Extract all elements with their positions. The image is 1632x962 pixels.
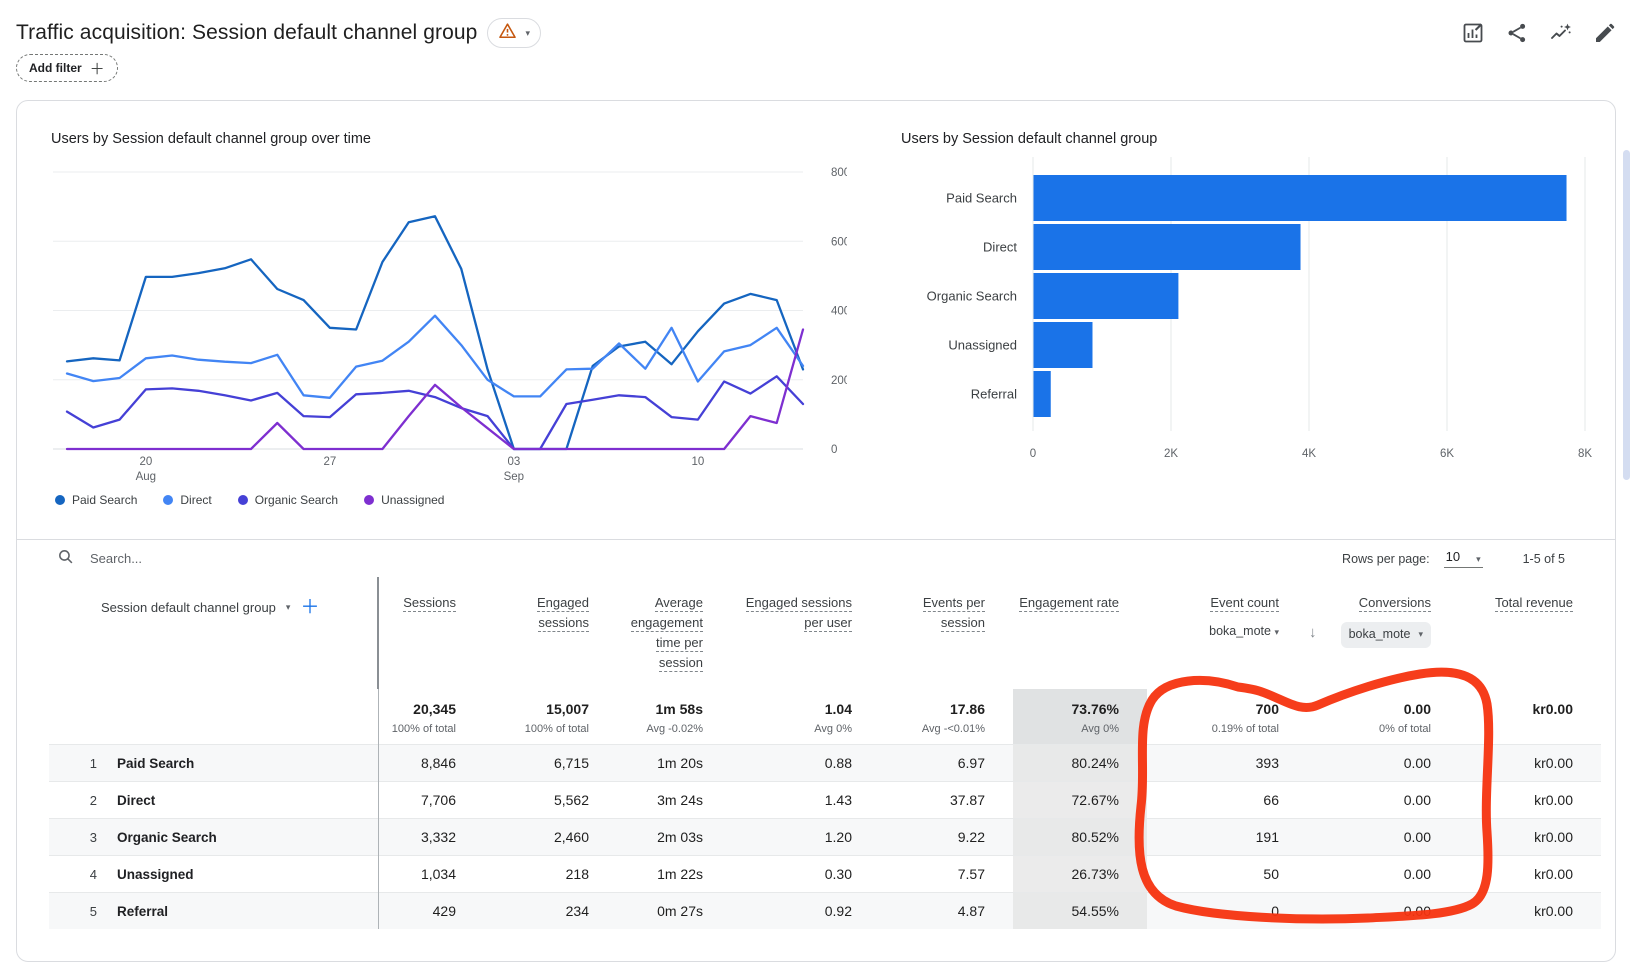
add-dimension-icon[interactable]: ＋	[300, 593, 319, 622]
bar-direct[interactable]	[1033, 224, 1301, 270]
line-chart-title: Users by Session default channel group o…	[51, 131, 371, 147]
table-row[interactable]: 3 Organic Search 3,332 2,460 2m 03s 1.20 9.…	[49, 818, 1601, 855]
totals-row: 20,345 100% of total 15,007 100% of total …	[49, 689, 1601, 744]
bar-chart[interactable]: 0 2K 4K 6K 8K Paid Search Direct Organic Search…	[901, 143, 1601, 475]
legend-item-direct: Direct	[163, 493, 212, 507]
warning-icon	[498, 21, 517, 45]
bar-organic-search[interactable]	[1033, 273, 1179, 319]
sort-descending-icon: ↓	[1309, 624, 1317, 641]
column-header-total-revenue[interactable]: Total revenue	[1459, 577, 1601, 689]
column-header-event-count[interactable]: Event count boka_mote ▾	[1147, 577, 1307, 689]
search-icon	[57, 548, 74, 570]
page-title: Traffic acquisition: Session default cha…	[16, 21, 478, 44]
share-icon[interactable]	[1504, 20, 1530, 46]
plus-icon: ＋	[89, 60, 105, 78]
svg-text:400: 400	[831, 306, 847, 318]
chevron-down-icon: ▾	[1418, 629, 1423, 640]
svg-text:2K: 2K	[1164, 448, 1178, 460]
table-header-row: Session default channel group ▾ ＋ Sessio…	[49, 577, 1601, 689]
svg-text:Direct: Direct	[983, 240, 1017, 255]
insights-icon[interactable]	[1548, 20, 1574, 46]
bar-paid-search[interactable]	[1033, 175, 1567, 221]
svg-text:4K: 4K	[1302, 448, 1316, 460]
svg-text:20: 20	[139, 456, 152, 468]
line-chart-legend: Paid Search Direct Organic Search Unassigne…	[55, 493, 444, 507]
column-header-engaged-sessions-per-user[interactable]: Engaged sessions per user	[731, 577, 880, 689]
chevron-down-icon: ▾	[525, 27, 530, 38]
legend-dot	[55, 495, 65, 505]
customize-report-icon[interactable]	[1460, 20, 1486, 46]
table-row[interactable]: 2 Direct 7,706 5,562 3m 24s 1.43 37.87 72.67…	[49, 781, 1601, 818]
table-row[interactable]: 4 Unassigned 1,034 218 1m 22s 0.30 7.57 26.7…	[49, 855, 1601, 892]
legend-item-paid-search: Paid Search	[55, 493, 137, 507]
svg-text:8K: 8K	[1578, 448, 1592, 460]
svg-text:6K: 6K	[1440, 448, 1454, 460]
svg-text:Unassigned: Unassigned	[948, 338, 1017, 353]
bar-referral[interactable]	[1033, 371, 1051, 417]
table-toolbar: Rows per page: 10 ▾ 1-5 of 5	[17, 540, 1615, 577]
scrollbar-thumb[interactable]	[1623, 150, 1630, 480]
data-quality-dropdown[interactable]: ▾	[487, 18, 541, 48]
conversions-event-select[interactable]: boka_mote ▾	[1340, 622, 1431, 648]
svg-text:800: 800	[831, 167, 847, 179]
svg-text:Organic Search: Organic Search	[927, 289, 1017, 304]
table-row[interactable]: 5 Referral 429 234 0m 27s 0.92 4.87 54.55% 0…	[49, 892, 1601, 929]
column-header-conversions[interactable]: ↓ Conversions boka_mote ▾	[1307, 577, 1459, 689]
search-input[interactable]	[88, 550, 392, 567]
rows-per-page-value: 10	[1445, 549, 1461, 564]
column-header-sessions[interactable]: Sessions	[377, 577, 484, 689]
svg-text:Sep: Sep	[504, 471, 524, 483]
column-header-events-per-session[interactable]: Events per session	[880, 577, 1013, 689]
column-header-engaged-sessions[interactable]: Engaged sessions	[484, 577, 617, 689]
legend-dot	[364, 495, 375, 505]
svg-text:600: 600	[831, 236, 847, 248]
report-card: Users by Session default channel group o…	[16, 100, 1616, 962]
report-header: Traffic acquisition: Session default cha…	[16, 18, 541, 48]
chevron-down-icon: ▾	[1476, 554, 1481, 564]
svg-text:10: 10	[691, 456, 704, 468]
event-count-event-select[interactable]: boka_mote ▾	[1147, 622, 1279, 641]
column-header-engagement-rate[interactable]: Engagement rate	[1013, 577, 1147, 689]
add-filter-button[interactable]: Add filter ＋	[16, 54, 118, 82]
legend-dot	[163, 495, 174, 505]
rows-per-page-label: Rows per page:	[1342, 551, 1430, 566]
bar-unassigned[interactable]	[1033, 322, 1093, 368]
edit-icon[interactable]	[1592, 20, 1618, 46]
report-toolbar	[1460, 20, 1618, 46]
svg-text:0: 0	[1030, 448, 1036, 460]
svg-text:Referral: Referral	[971, 387, 1017, 402]
chevron-down-icon: ▾	[1274, 627, 1279, 638]
column-header-dimension[interactable]: Session default channel group ▾ ＋	[49, 577, 378, 689]
rows-per-page-select[interactable]: 10 ▾	[1443, 549, 1483, 568]
pagination-range: 1-5 of 5	[1522, 551, 1565, 566]
svg-text:03: 03	[507, 456, 520, 468]
svg-text:200: 200	[831, 375, 847, 387]
report-table: Session default channel group ▾ ＋ Sessio…	[49, 577, 1601, 929]
dimension-header-label: Session default channel group	[101, 599, 276, 615]
column-header-avg-engagement-time[interactable]: Average engagement time per session	[617, 577, 731, 689]
legend-item-unassigned: Unassigned	[364, 493, 444, 507]
svg-text:Aug: Aug	[136, 471, 156, 483]
svg-text:0: 0	[831, 444, 837, 456]
svg-text:27: 27	[323, 456, 336, 468]
add-filter-label: Add filter	[29, 61, 82, 75]
table-row[interactable]: 1 Paid Search 8,846 6,715 1m 20s 0.88 6.97 8…	[49, 744, 1601, 781]
legend-item-organic-search: Organic Search	[237, 493, 338, 507]
legend-dot	[237, 495, 248, 505]
line-chart[interactable]: 800 600 400 200 0 20 Aug 27 03 Sep 10	[47, 153, 847, 488]
chevron-down-icon[interactable]: ▾	[286, 603, 291, 612]
svg-text:Paid Search: Paid Search	[946, 191, 1017, 206]
